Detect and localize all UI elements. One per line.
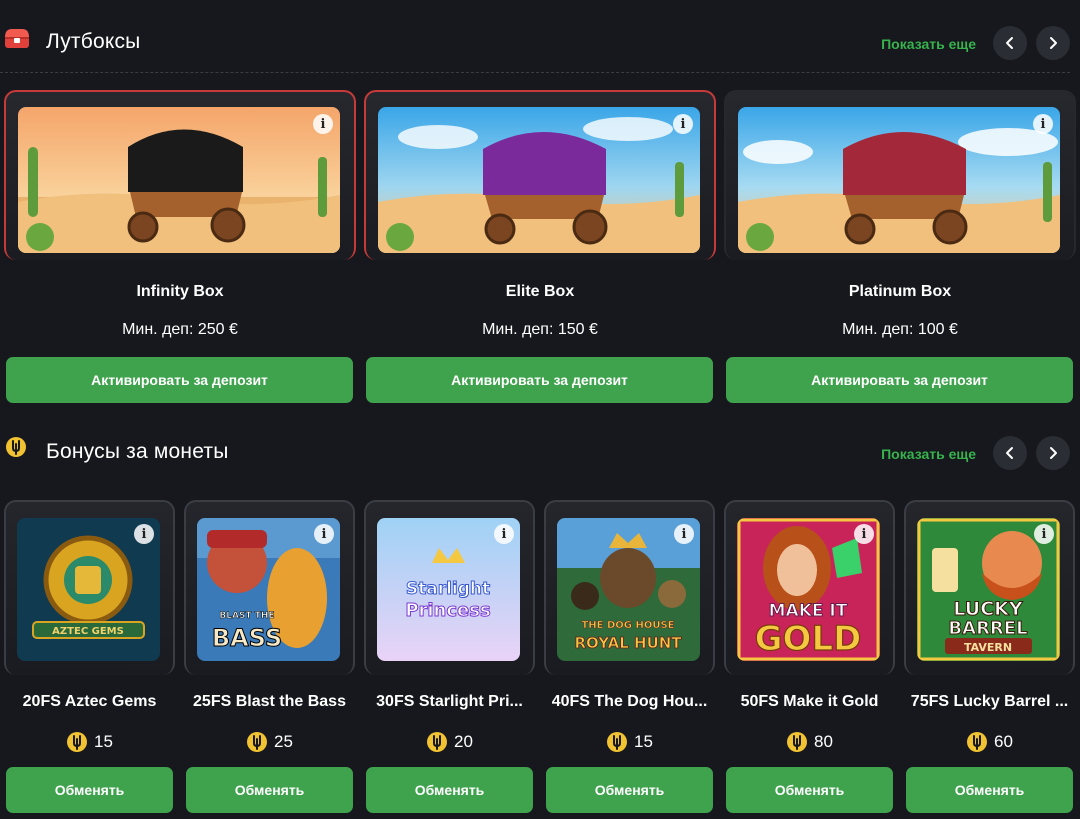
game-logo-text: BASS xyxy=(212,624,282,652)
svg-text:BARREL: BARREL xyxy=(948,618,1027,639)
coin-bonus-card[interactable]: THE DOG HOUSE ROYAL HUNT i 40FS The Dog … xyxy=(544,500,715,819)
carousel-prev-button[interactable] xyxy=(993,26,1027,60)
svg-text:MAKE IT: MAKE IT xyxy=(769,601,848,621)
chevron-left-icon xyxy=(1006,37,1013,49)
exchange-button[interactable]: Обменять xyxy=(366,767,533,813)
price-value: 15 xyxy=(94,732,113,751)
treasure-chest-icon xyxy=(4,26,30,50)
info-icon[interactable]: i xyxy=(494,524,514,544)
bonus-price: 60 xyxy=(904,731,1075,753)
bonus-name: 40FS The Dog Hou... xyxy=(551,693,708,710)
exchange-button[interactable]: Обменять xyxy=(6,767,173,813)
coin-icon xyxy=(247,732,268,752)
bonus-price: 20 xyxy=(364,731,535,753)
coin-icon xyxy=(67,732,88,752)
lootbox-name: Platinum Box xyxy=(848,283,952,300)
chevron-right-icon xyxy=(1050,37,1057,49)
bonus-price: 25 xyxy=(184,731,355,753)
coin-bonus-card[interactable]: AZTEC GEMS i 20FS Aztec Gems 15 Обменять xyxy=(4,500,175,819)
coin-icon xyxy=(427,732,448,752)
lootbox-min-deposit: Мин. деп: 100 € xyxy=(842,321,958,338)
coin-bonus-card[interactable]: MAKE IT GOLD i 50FS Make it Gold 80 Обме… xyxy=(724,500,895,819)
coin-bonus-card[interactable]: LUCKY BARREL TAVERN i 75FS Lucky Barrel … xyxy=(904,500,1075,819)
exchange-button[interactable]: Обменять xyxy=(186,767,353,813)
lootbox-image xyxy=(738,107,1060,253)
carousel-prev-button[interactable] xyxy=(993,436,1027,470)
bonus-price: 15 xyxy=(544,731,715,753)
activate-deposit-button[interactable]: Активировать за депозит xyxy=(366,357,713,403)
carousel-next-button[interactable] xyxy=(1036,26,1070,60)
chevron-right-icon xyxy=(1050,447,1057,459)
info-icon[interactable]: i xyxy=(314,524,334,544)
coin-icon xyxy=(5,436,27,458)
chevron-left-icon xyxy=(1006,447,1013,459)
lootbox-image xyxy=(378,107,700,253)
svg-text:THE DOG HOUSE: THE DOG HOUSE xyxy=(581,620,674,631)
price-value: 20 xyxy=(454,732,473,751)
lootbox-name: Elite Box xyxy=(505,283,575,300)
activate-deposit-button[interactable]: Активировать за депозит xyxy=(6,357,353,403)
svg-text:Princess: Princess xyxy=(405,600,490,621)
lootbox-min-deposit: Мин. деп: 250 € xyxy=(122,321,238,338)
info-icon[interactable]: i xyxy=(854,524,874,544)
info-icon[interactable]: i xyxy=(1033,114,1053,134)
section-divider xyxy=(0,72,1070,73)
info-icon[interactable]: i xyxy=(674,524,694,544)
section-title: Лутбоксы xyxy=(46,30,141,53)
info-icon[interactable]: i xyxy=(134,524,154,544)
bonus-name: 25FS Blast the Bass xyxy=(193,693,346,710)
coin-bonus-card[interactable]: Starlight Princess i 30FS Starlight Pri.… xyxy=(364,500,535,819)
coin-bonuses-header: Бонусы за монеты Показать еще xyxy=(0,418,1080,478)
lootboxes-header: Лутбоксы Показать еще xyxy=(0,8,1080,68)
coin-icon xyxy=(967,732,988,752)
lootbox-card-platinum[interactable]: i Platinum Box Мин. деп: 100 € Активиров… xyxy=(724,90,1076,408)
activate-deposit-button[interactable]: Активировать за депозит xyxy=(726,357,1073,403)
svg-text:BLAST THE: BLAST THE xyxy=(219,611,274,621)
coin-bonus-card[interactable]: BLAST THE BASS i 25FS Blast the Bass 25 … xyxy=(184,500,355,819)
info-icon[interactable]: i xyxy=(1034,524,1054,544)
coin-icon xyxy=(787,732,808,752)
show-more-link[interactable]: Показать еще xyxy=(881,446,976,462)
lootbox-card-infinity[interactable]: i Infinity Box Мин. деп: 250 € Активиров… xyxy=(4,90,356,408)
bonus-name: 30FS Starlight Pri... xyxy=(376,693,523,710)
price-value: 60 xyxy=(994,732,1013,751)
bonus-name: 50FS Make it Gold xyxy=(740,693,879,710)
carousel-next-button[interactable] xyxy=(1036,436,1070,470)
price-value: 25 xyxy=(274,732,293,751)
game-logo-text: AZTEC GEMS xyxy=(52,626,124,637)
lootbox-card-elite[interactable]: i Elite Box Мин. деп: 150 € Активировать… xyxy=(364,90,716,408)
exchange-button[interactable]: Обменять xyxy=(546,767,713,813)
svg-text:TAVERN: TAVERN xyxy=(964,641,1012,654)
price-value: 15 xyxy=(634,732,653,751)
show-more-link[interactable]: Показать еще xyxy=(881,36,976,52)
coin-bonus-list: AZTEC GEMS i 20FS Aztec Gems 15 Обменять… xyxy=(4,500,1076,819)
svg-text:GOLD: GOLD xyxy=(755,619,862,659)
bonus-name: 75FS Lucky Barrel ... xyxy=(910,693,1069,710)
exchange-button[interactable]: Обменять xyxy=(906,767,1073,813)
svg-text:LUCKY: LUCKY xyxy=(953,598,1023,620)
info-icon[interactable]: i xyxy=(313,114,333,134)
svg-text:Starlight: Starlight xyxy=(406,579,490,599)
price-value: 80 xyxy=(814,732,833,751)
lootbox-list: i Infinity Box Мин. деп: 250 € Активиров… xyxy=(4,90,1076,410)
lootbox-min-deposit: Мин. деп: 150 € xyxy=(482,321,598,338)
info-icon[interactable]: i xyxy=(673,114,693,134)
section-title: Бонусы за монеты xyxy=(46,440,229,463)
lootbox-image xyxy=(18,107,340,253)
exchange-button[interactable]: Обменять xyxy=(726,767,893,813)
coin-icon xyxy=(607,732,628,752)
bonus-price: 80 xyxy=(724,731,895,753)
lootbox-name: Infinity Box xyxy=(136,283,224,300)
bonus-name: 20FS Aztec Gems xyxy=(22,693,157,710)
bonus-price: 15 xyxy=(4,731,175,753)
svg-text:ROYAL HUNT: ROYAL HUNT xyxy=(574,634,682,652)
